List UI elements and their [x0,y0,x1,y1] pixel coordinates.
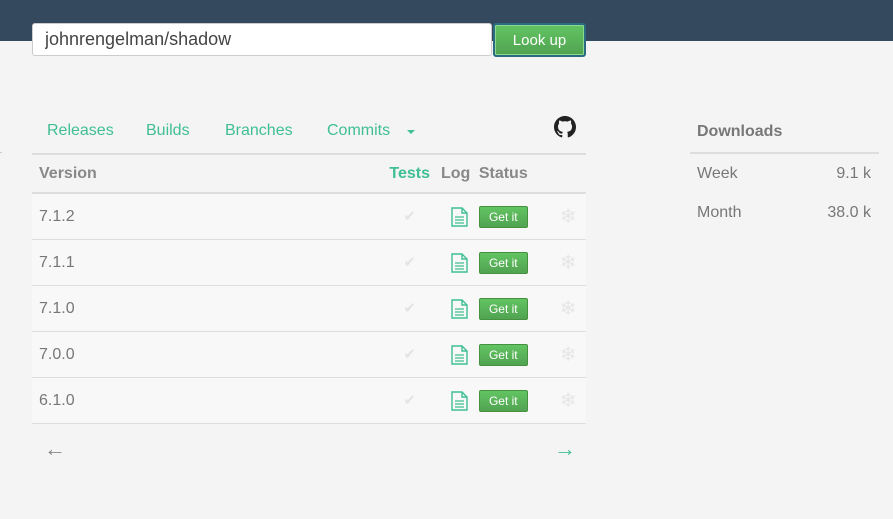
document-icon[interactable] [451,298,469,319]
previous-page-arrow[interactable]: ← [44,436,66,462]
repo-search-input[interactable] [32,23,492,56]
next-page-arrow[interactable]: → [554,436,576,462]
column-header-tests[interactable]: Tests [378,155,441,194]
get-it-button[interactable]: Get it [478,205,528,228]
tab-releases[interactable]: Releases [47,122,114,140]
tab-bar: Releases Builds Branches Commits [32,108,586,155]
table-row: 7.1.2 ✔ Get it ❄ [32,193,586,240]
version-cell: 7.1.0 [32,285,379,332]
version-cell: 6.1.0 [32,377,379,424]
downloads-value: 38.0 k [827,204,871,221]
divider [0,152,2,153]
version-cell: 7.1.2 [32,193,379,240]
table-row: 6.1.0 ✔ Get it ❄ [32,377,586,424]
check-icon: ✔ [403,254,416,271]
table-row: 7.1.1 ✔ Get it ❄ [32,239,586,286]
get-it-button[interactable]: Get it [478,297,528,320]
snowflake-icon: ❄ [559,344,577,366]
snowflake-icon: ❄ [559,298,577,320]
look-up-button[interactable]: Look up [493,23,586,57]
column-header-log: Log [440,155,479,194]
snowflake-icon: ❄ [559,206,577,228]
snowflake-icon: ❄ [559,252,577,274]
downloads-panel: Downloads Week 9.1 k Month 38.0 k [690,118,879,232]
check-icon: ✔ [403,392,416,409]
get-it-button[interactable]: Get it [478,343,528,366]
downloads-row-week: Week 9.1 k [690,154,879,193]
caret-down-icon[interactable] [407,130,415,134]
downloads-value: 9.1 k [836,165,871,182]
document-icon[interactable] [451,206,469,227]
document-icon[interactable] [451,252,469,273]
tab-branches[interactable]: Branches [225,122,293,140]
tab-builds[interactable]: Builds [146,122,190,140]
snowflake-icon: ❄ [559,390,577,412]
downloads-row-month: Month 38.0 k [690,193,879,232]
check-icon: ✔ [403,208,416,225]
versions-table: Version Tests Log Status 7.1.2 ✔ Get it … [32,155,586,424]
downloads-title: Downloads [690,118,879,154]
downloads-label: Week [697,165,738,182]
column-header-version: Version [32,155,379,194]
version-cell: 7.1.1 [32,239,379,286]
table-row: 7.1.0 ✔ Get it ❄ [32,285,586,332]
get-it-button[interactable]: Get it [478,251,528,274]
downloads-label: Month [697,204,742,221]
column-header-extra [550,155,586,194]
tab-commits[interactable]: Commits [327,122,390,140]
table-row: 7.0.0 ✔ Get it ❄ [32,331,586,378]
version-cell: 7.0.0 [32,331,379,378]
get-it-button[interactable]: Get it [478,389,528,412]
check-icon: ✔ [403,346,416,363]
document-icon[interactable] [451,390,469,411]
document-icon[interactable] [451,344,469,365]
github-icon[interactable] [554,116,576,138]
column-header-status: Status [478,155,551,194]
check-icon: ✔ [403,300,416,317]
